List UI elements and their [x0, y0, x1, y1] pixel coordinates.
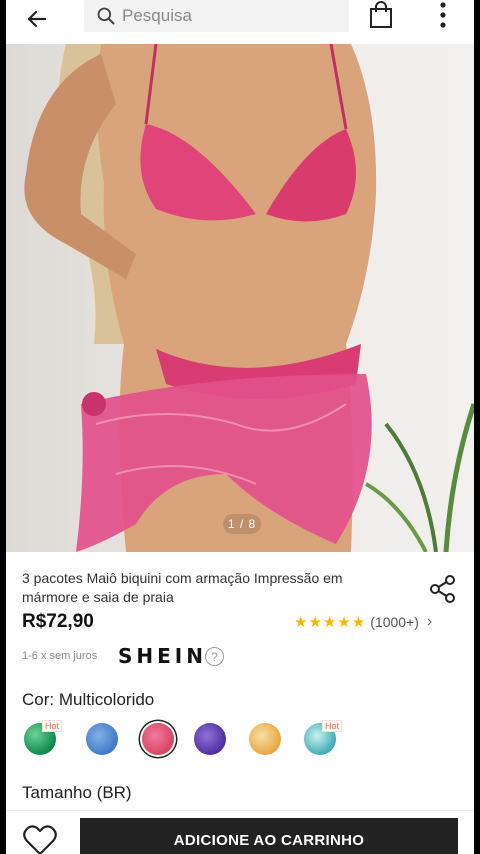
share-icon [430, 575, 455, 603]
star-rating-icon: ★★★★★ [294, 614, 367, 631]
color-swatches: Hot Hot [24, 720, 354, 759]
more-vertical-icon [440, 2, 446, 28]
shopping-bag-icon [370, 1, 392, 28]
product-price: R$72,90 [22, 611, 94, 632]
product-image[interactable]: 1 / 8 [6, 44, 474, 552]
help-icon[interactable]: ? [205, 647, 224, 666]
color-label: Cor: Multicolorido [22, 690, 155, 709]
color-swatch-green[interactable]: Hot [24, 720, 63, 755]
brand-logo: SHEIN [118, 644, 207, 668]
hot-badge: Hot [42, 720, 63, 732]
bottom-divider [6, 810, 474, 811]
rating-summary[interactable]: ★★★★★ (1000+) › [294, 613, 432, 631]
more-options-button[interactable] [430, 0, 456, 30]
search-input[interactable]: Pesquisa [84, 0, 349, 32]
color-swatch-pink[interactable] [142, 723, 174, 755]
top-bar: Pesquisa [6, 0, 474, 44]
color-swatch-blue[interactable] [86, 723, 118, 755]
color-swatch-yellow[interactable] [249, 723, 281, 755]
hot-badge: Hot [322, 720, 343, 732]
heart-icon [23, 825, 57, 854]
back-button[interactable] [20, 4, 54, 34]
product-title: 3 pacotes Maiô biquini com armação Impre… [22, 570, 343, 605]
arrow-left-icon [27, 10, 47, 28]
search-placeholder: Pesquisa [122, 6, 192, 25]
product-page: Pesquisa 1 / 8 3 pacotes Maiô biquini co… [6, 0, 474, 854]
share-button[interactable] [428, 574, 458, 604]
color-swatch-teal[interactable]: Hot [304, 720, 343, 755]
product-photo [24, 44, 474, 552]
review-count: (1000+) [370, 614, 419, 630]
image-pager: 1 / 8 [223, 514, 261, 534]
add-to-cart-button[interactable]: ADICIONE AO CARRINHO [80, 818, 458, 854]
size-label: Tamanho (BR) [22, 783, 132, 802]
color-swatch-purple[interactable] [194, 723, 226, 755]
wishlist-button[interactable] [22, 824, 62, 854]
chevron-right-icon: › [426, 613, 433, 630]
installments-text: 1-6 x sem juros [22, 650, 98, 662]
shopping-bag-button[interactable] [366, 0, 396, 30]
search-icon [97, 7, 115, 25]
